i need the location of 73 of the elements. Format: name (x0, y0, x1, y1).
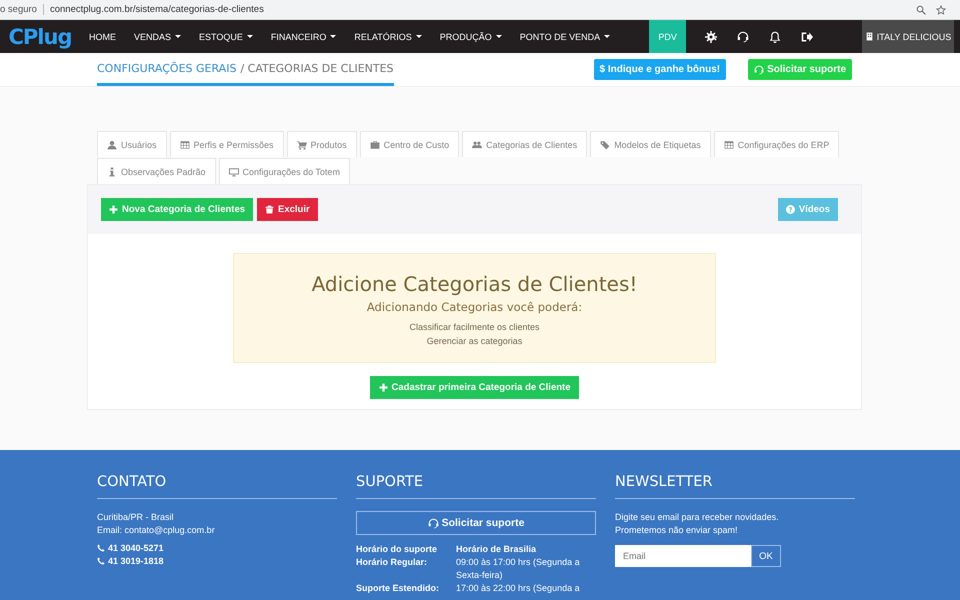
phone-number: 41 3040-5271 (108, 543, 164, 553)
nav-menu-item[interactable]: PONTO DE VENDA (510, 20, 620, 53)
schedule-value: 17:00 às 22:00 hrs (Segunda a (456, 582, 581, 595)
settings-tab[interactable]: Centro de Custo (360, 131, 460, 157)
footer-heading: NEWSLETTER (615, 474, 855, 499)
address-bar-url[interactable]: connectplug.com.br/sistema/categorias-de-clientes (50, 4, 916, 15)
settings-tab[interactable]: Perfis e Permissões (170, 131, 284, 157)
headset-icon (428, 518, 439, 528)
benefit-text: Gerenciar as categorias (426, 336, 522, 346)
tags-icon (600, 140, 610, 150)
newsletter-text: Prometemos não enviar spam! (615, 524, 739, 537)
table-icon (724, 140, 734, 150)
plus-icon (109, 205, 118, 214)
footer-heading: CONTATO (97, 474, 337, 499)
table-icon (180, 140, 190, 150)
breadcrumb-link[interactable]: CONFIGURAÇÕES GERAIS (97, 62, 236, 74)
settings-tab[interactable]: Configurações do ERP (714, 131, 840, 157)
delete-button[interactable]: Excluir (257, 198, 318, 221)
footer-heading: SUPORTE (356, 474, 596, 499)
alert-title: Adicione Categorias de Clientes! (312, 272, 638, 296)
newsletter-text: Digite seu email para receber novidades. (615, 511, 780, 524)
referral-button[interactable]: $ Indique e ganhe bônus! (594, 59, 726, 80)
nav-menu-item[interactable]: FINANCEIRO (262, 20, 346, 53)
settings-tab[interactable]: Modelos de Etiquetas (590, 131, 711, 157)
videos-button[interactable]: Vídeos (778, 198, 838, 221)
alert-subtitle: Adicionando Categorias você poderá: (366, 300, 582, 314)
schedule-label: Horário do suporte (356, 543, 438, 556)
monitor-icon (228, 166, 239, 176)
briefcase-icon (370, 140, 380, 150)
info-icon (107, 166, 117, 176)
schedule-label: Horário Regular: (356, 556, 428, 569)
user-icon (107, 140, 117, 150)
headset-icon (737, 30, 750, 42)
support-button[interactable]: Solicitar suporte (356, 511, 596, 535)
add-button[interactable]: Nova Categoria de Clientes (101, 198, 254, 221)
phone-number: 41 3019-1818 (108, 556, 164, 566)
zoom-icon (916, 4, 926, 14)
users-icon (472, 140, 482, 150)
bell-icon (769, 30, 782, 42)
star-icon (936, 4, 946, 14)
benefit-text: Classificar facilmente os clientes (409, 322, 540, 332)
settings-icon (705, 30, 718, 42)
nav-menu-item[interactable]: ESTOQUE (190, 20, 262, 53)
nav-menu-item[interactable]: PRODUÇÃO (430, 20, 511, 53)
schedule-value: 09:00 às 17:00 hrs (Segunda a Sexta-feira) (456, 556, 581, 582)
plus-icon (378, 383, 388, 392)
logo[interactable]: CPlug (8, 24, 72, 48)
trash-icon (265, 205, 274, 214)
nav-menu-item[interactable]: HOME (80, 20, 125, 53)
contact-text: Email: contato@cplug.com.br (97, 524, 216, 537)
settings-tab[interactable]: Usuários (97, 131, 167, 157)
add-first-category-button[interactable]: Cadastrar primeira Categoria de Cliente (370, 376, 580, 399)
settings-tab[interactable]: Configurações do Totem (218, 158, 350, 184)
settings-tab[interactable]: Categorias de Clientes (462, 131, 588, 157)
schedule-label: Suporte Estendido: (356, 582, 440, 595)
contact-text: Curitiba/PR - Brasil (97, 511, 175, 524)
ok-button[interactable]: OK (751, 545, 781, 567)
account-button[interactable]: ITALY DELICIOUS (862, 20, 954, 53)
pdv-button[interactable]: PDV (649, 20, 686, 53)
building-icon (864, 32, 874, 41)
settings-tab[interactable]: Observações Padrão (97, 158, 216, 184)
breadcrumb-current: / CATEGORIAS DE CLIENTES (240, 62, 394, 74)
email-field[interactable]: Email (615, 545, 751, 567)
headset-icon (754, 64, 764, 74)
nav-menu-item[interactable]: VENDAS (125, 20, 190, 53)
schedule-value: Horário de Brasilia (456, 543, 538, 556)
cart-icon (296, 140, 307, 150)
help-icon (786, 205, 795, 214)
support-button[interactable]: Solicitar suporte (748, 59, 852, 80)
sign-out-icon (801, 30, 814, 42)
security-label: o seguro (0, 4, 44, 15)
nav-menu-item[interactable]: RELATÓRIOS (345, 20, 431, 53)
settings-tab[interactable]: Produtos (286, 131, 357, 157)
